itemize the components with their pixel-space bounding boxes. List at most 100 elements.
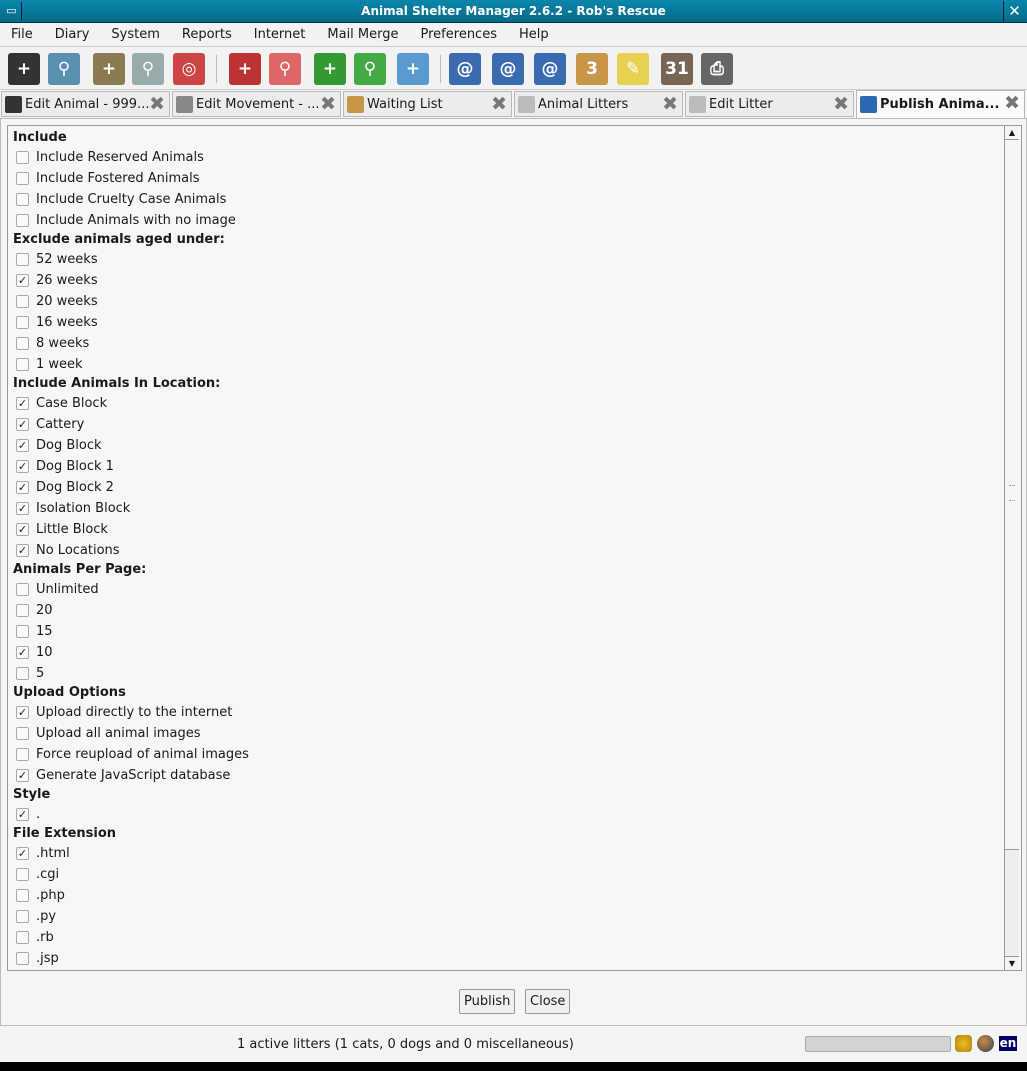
checkbox[interactable] bbox=[16, 193, 29, 206]
vertical-scrollbar[interactable]: ▲ ▼ bbox=[1004, 126, 1019, 970]
checkbox[interactable]: ✓ bbox=[16, 418, 29, 431]
diary-tasks-icon[interactable]: 31 bbox=[661, 53, 693, 85]
checkbox-option[interactable]: Force reupload of animal images bbox=[13, 744, 249, 765]
checkbox[interactable] bbox=[16, 667, 29, 680]
checkbox-option[interactable]: ✓ Dog Block 2 bbox=[13, 477, 249, 498]
checkbox[interactable] bbox=[16, 151, 29, 164]
checkbox-option[interactable]: ✓ 10 bbox=[13, 642, 249, 663]
checkbox-option[interactable]: ✓ Dog Block bbox=[13, 435, 249, 456]
checkbox-option[interactable]: ✓ .html bbox=[13, 843, 249, 864]
checkbox[interactable]: ✓ bbox=[16, 439, 29, 452]
checkbox[interactable] bbox=[16, 583, 29, 596]
publish-button[interactable]: Publish bbox=[459, 989, 516, 1014]
checkbox-option[interactable]: Include Animals with no image bbox=[13, 210, 249, 231]
checkbox[interactable] bbox=[16, 253, 29, 266]
tab-animal-litters[interactable]: Animal Litters ✖ bbox=[514, 91, 683, 117]
tab-edit-litter[interactable]: Edit Litter ✖ bbox=[685, 91, 854, 117]
checkbox-option[interactable]: ✓ Cattery bbox=[13, 414, 249, 435]
address-book-3-icon[interactable]: @ bbox=[534, 53, 566, 85]
checkbox-option[interactable]: .py bbox=[13, 906, 249, 927]
add-owner-icon[interactable]: + bbox=[93, 53, 125, 85]
checkbox[interactable] bbox=[16, 358, 29, 371]
tab-edit-animal[interactable]: Edit Animal - 999... ✖ bbox=[1, 91, 170, 117]
checkbox-option[interactable]: Unlimited bbox=[13, 579, 249, 600]
checkbox-option[interactable]: 52 weeks bbox=[13, 249, 249, 270]
checkbox[interactable] bbox=[16, 952, 29, 965]
scroll-thumb[interactable] bbox=[1005, 140, 1019, 850]
checkbox-option[interactable]: 15 bbox=[13, 621, 249, 642]
close-tab-icon[interactable]: ✖ bbox=[491, 94, 507, 114]
checkbox-option[interactable]: 1 week bbox=[13, 354, 249, 375]
add-lost-animal-icon[interactable]: + bbox=[229, 53, 261, 85]
checkbox-option[interactable]: ✓ Isolation Block bbox=[13, 498, 249, 519]
checkbox-option[interactable]: 5 bbox=[13, 663, 249, 684]
checkbox-option[interactable]: .rb bbox=[13, 927, 249, 948]
checkbox[interactable]: ✓ bbox=[16, 646, 29, 659]
find-animal-icon[interactable]: ⚲ bbox=[48, 53, 80, 85]
checkbox-option[interactable]: ✓ Case Block bbox=[13, 393, 249, 414]
address-book-2-icon[interactable]: @ bbox=[492, 53, 524, 85]
close-tab-icon[interactable]: ✖ bbox=[320, 94, 336, 114]
tab-edit-movement[interactable]: Edit Movement - ... ✖ bbox=[172, 91, 341, 117]
checkbox[interactable] bbox=[16, 625, 29, 638]
checkbox[interactable]: ✓ bbox=[16, 706, 29, 719]
menu-system[interactable]: System bbox=[100, 23, 170, 46]
checkbox[interactable] bbox=[16, 604, 29, 617]
close-tab-icon[interactable]: ✖ bbox=[833, 94, 849, 114]
checkbox-option[interactable]: ✓ No Locations bbox=[13, 540, 249, 561]
checkbox[interactable] bbox=[16, 295, 29, 308]
find-lost-animal-icon[interactable]: ⚲ bbox=[269, 53, 301, 85]
menu-mail-merge[interactable]: Mail Merge bbox=[316, 23, 409, 46]
checkbox[interactable] bbox=[16, 316, 29, 329]
checkbox-option[interactable]: 16 weeks bbox=[13, 312, 249, 333]
menu-reports[interactable]: Reports bbox=[171, 23, 243, 46]
checkbox-option[interactable]: 8 weeks bbox=[13, 333, 249, 354]
checkbox-option[interactable]: ✓ Upload directly to the internet bbox=[13, 702, 249, 723]
lost-found-icon[interactable]: ◎ bbox=[173, 53, 205, 85]
checkbox-option[interactable]: 20 bbox=[13, 600, 249, 621]
checkbox-option[interactable]: Include Reserved Animals bbox=[13, 147, 249, 168]
checkbox[interactable]: ✓ bbox=[16, 808, 29, 821]
close-tab-icon[interactable]: ✖ bbox=[662, 94, 678, 114]
checkbox[interactable]: ✓ bbox=[16, 460, 29, 473]
checkbox[interactable] bbox=[16, 868, 29, 881]
checkbox-option[interactable]: Include Fostered Animals bbox=[13, 168, 249, 189]
checkbox-option[interactable]: ✓ Dog Block 1 bbox=[13, 456, 249, 477]
checkbox[interactable]: ✓ bbox=[16, 397, 29, 410]
checkbox[interactable] bbox=[16, 214, 29, 227]
close-tab-icon[interactable]: ✖ bbox=[149, 94, 165, 114]
add-found-animal-icon[interactable]: + bbox=[314, 53, 346, 85]
window-close-button[interactable]: ✕ bbox=[1003, 1, 1025, 22]
print-search-icon[interactable]: ⎙ bbox=[701, 53, 733, 85]
checkbox[interactable] bbox=[16, 337, 29, 350]
menu-internet[interactable]: Internet bbox=[243, 23, 317, 46]
notes-icon[interactable]: ✎ bbox=[617, 53, 649, 85]
checkbox-option[interactable]: .php bbox=[13, 885, 249, 906]
checkbox[interactable]: ✓ bbox=[16, 847, 29, 860]
add-animal-icon[interactable]: + bbox=[8, 53, 40, 85]
checkbox[interactable] bbox=[16, 910, 29, 923]
find-owner-icon[interactable]: ⚲ bbox=[132, 53, 164, 85]
tab-publish-anima[interactable]: Publish Anima... ✖ bbox=[856, 90, 1025, 118]
checkbox[interactable]: ✓ bbox=[16, 481, 29, 494]
checkbox[interactable] bbox=[16, 727, 29, 740]
menu-diary[interactable]: Diary bbox=[44, 23, 101, 46]
checkbox[interactable]: ✓ bbox=[16, 502, 29, 515]
checkbox[interactable] bbox=[16, 172, 29, 185]
checkbox[interactable] bbox=[16, 889, 29, 902]
diary-calendar-icon[interactable]: 3 bbox=[576, 53, 608, 85]
menu-help[interactable]: Help bbox=[508, 23, 560, 46]
checkbox-option[interactable]: Include Cruelty Case Animals bbox=[13, 189, 249, 210]
checkbox-option[interactable]: .cgi bbox=[13, 864, 249, 885]
close-tab-icon[interactable]: ✖ bbox=[1004, 93, 1020, 113]
checkbox[interactable] bbox=[16, 931, 29, 944]
checkbox-option[interactable]: ✓ 26 weeks bbox=[13, 270, 249, 291]
scroll-up-arrow-icon[interactable]: ▲ bbox=[1005, 126, 1019, 140]
checkbox-option[interactable]: .aspx bbox=[13, 969, 249, 970]
checkbox-option[interactable]: .jsp bbox=[13, 948, 249, 969]
address-book-icon[interactable]: @ bbox=[449, 53, 481, 85]
find-found-animal-icon[interactable]: ⚲ bbox=[354, 53, 386, 85]
checkbox[interactable]: ✓ bbox=[16, 523, 29, 536]
checkbox-option[interactable]: ✓ Generate JavaScript database bbox=[13, 765, 249, 786]
checkbox-option[interactable]: ✓ Little Block bbox=[13, 519, 249, 540]
